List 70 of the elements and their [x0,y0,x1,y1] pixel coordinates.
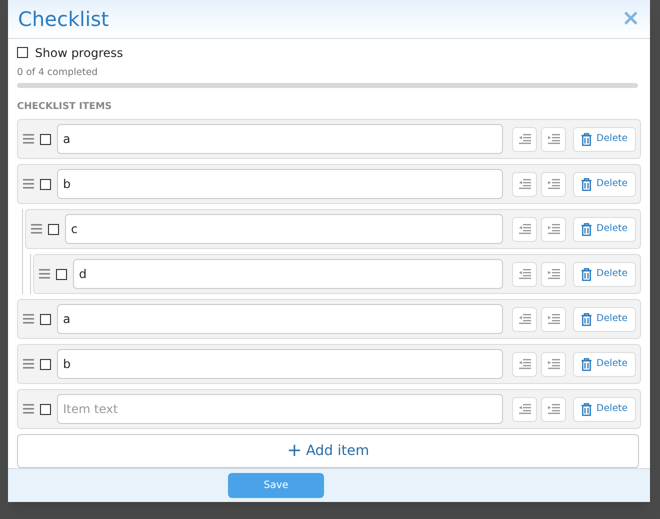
item-text-field[interactable]: Item text [57,394,503,424]
drag-handle-icon[interactable] [23,314,34,324]
delete-button[interactable]: Delete [573,172,636,197]
outdent-icon [518,359,530,370]
checkbox[interactable] [48,224,59,235]
delete-button[interactable]: Delete [573,306,636,332]
item-text-field[interactable]: b [57,169,503,200]
outdent-button[interactable] [512,352,537,377]
outdent-icon [518,224,530,234]
checkbox[interactable] [56,268,67,280]
drag-handle-icon[interactable] [23,359,34,370]
indent-button[interactable] [541,126,566,152]
trash-icon [581,132,592,146]
indent-icon [548,224,560,234]
delete-button[interactable]: Delete [573,352,636,377]
drag-handle-icon[interactable] [39,269,50,280]
trash-icon [581,312,592,326]
outdent-icon [518,314,530,324]
outdent-button[interactable] [512,306,537,332]
outdent-button[interactable] [512,396,537,422]
item-text-field[interactable]: b [57,349,503,380]
indent-button[interactable] [541,352,566,377]
outdent-icon [518,179,530,190]
outdent-icon [518,404,530,414]
checkbox-label: Show progress [35,44,123,62]
drag-handle-icon[interactable] [23,404,34,414]
progress-text: 0 of 4 completed [17,66,99,80]
outdent-icon [518,134,530,144]
dialog-title: Checklist [18,6,109,33]
item-text-field[interactable]: a [57,124,503,154]
trash-icon [581,358,592,371]
indent-icon [548,134,560,144]
outdent-button[interactable] [512,262,537,287]
outdent-button[interactable] [512,126,537,152]
trash-icon [581,222,592,236]
drag-handle-icon[interactable] [23,179,34,190]
trash-icon [581,402,592,416]
outdent-button[interactable] [512,172,537,197]
item-text-field[interactable]: a [57,304,503,334]
add-item-button[interactable]: + Add item [17,434,639,468]
item-text-field[interactable]: d [73,259,503,290]
delete-button[interactable]: Delete [573,262,636,287]
indent-button[interactable] [541,262,566,287]
drag-handle-icon[interactable] [23,134,34,144]
outdent-icon [518,269,530,280]
outdent-button[interactable] [512,216,537,242]
checkbox[interactable] [40,178,51,190]
checkbox[interactable] [40,404,51,415]
trash-icon [581,178,592,191]
item-text-field[interactable]: c [65,214,503,244]
indent-icon [548,179,560,190]
indent-button[interactable] [541,396,566,422]
section-title: CHECKLIST ITEMS [17,100,113,114]
drag-handle-icon[interactable] [31,224,42,234]
trash-icon [581,268,592,281]
indent-button[interactable] [541,216,566,242]
indent-icon [548,404,560,414]
save-button[interactable]: Save [228,473,324,498]
indent-button[interactable] [541,172,566,197]
checkbox[interactable] [40,134,51,145]
checkbox[interactable] [40,358,51,370]
indent-icon [548,269,560,280]
indent-icon [548,359,560,370]
checkbox[interactable] [40,314,51,325]
delete-button[interactable]: Delete [573,126,636,152]
indent-icon [548,314,560,324]
delete-button[interactable]: Delete [573,216,636,242]
indent-button[interactable] [541,306,566,332]
delete-button[interactable]: Delete [573,396,636,422]
checkbox[interactable] [17,47,28,58]
